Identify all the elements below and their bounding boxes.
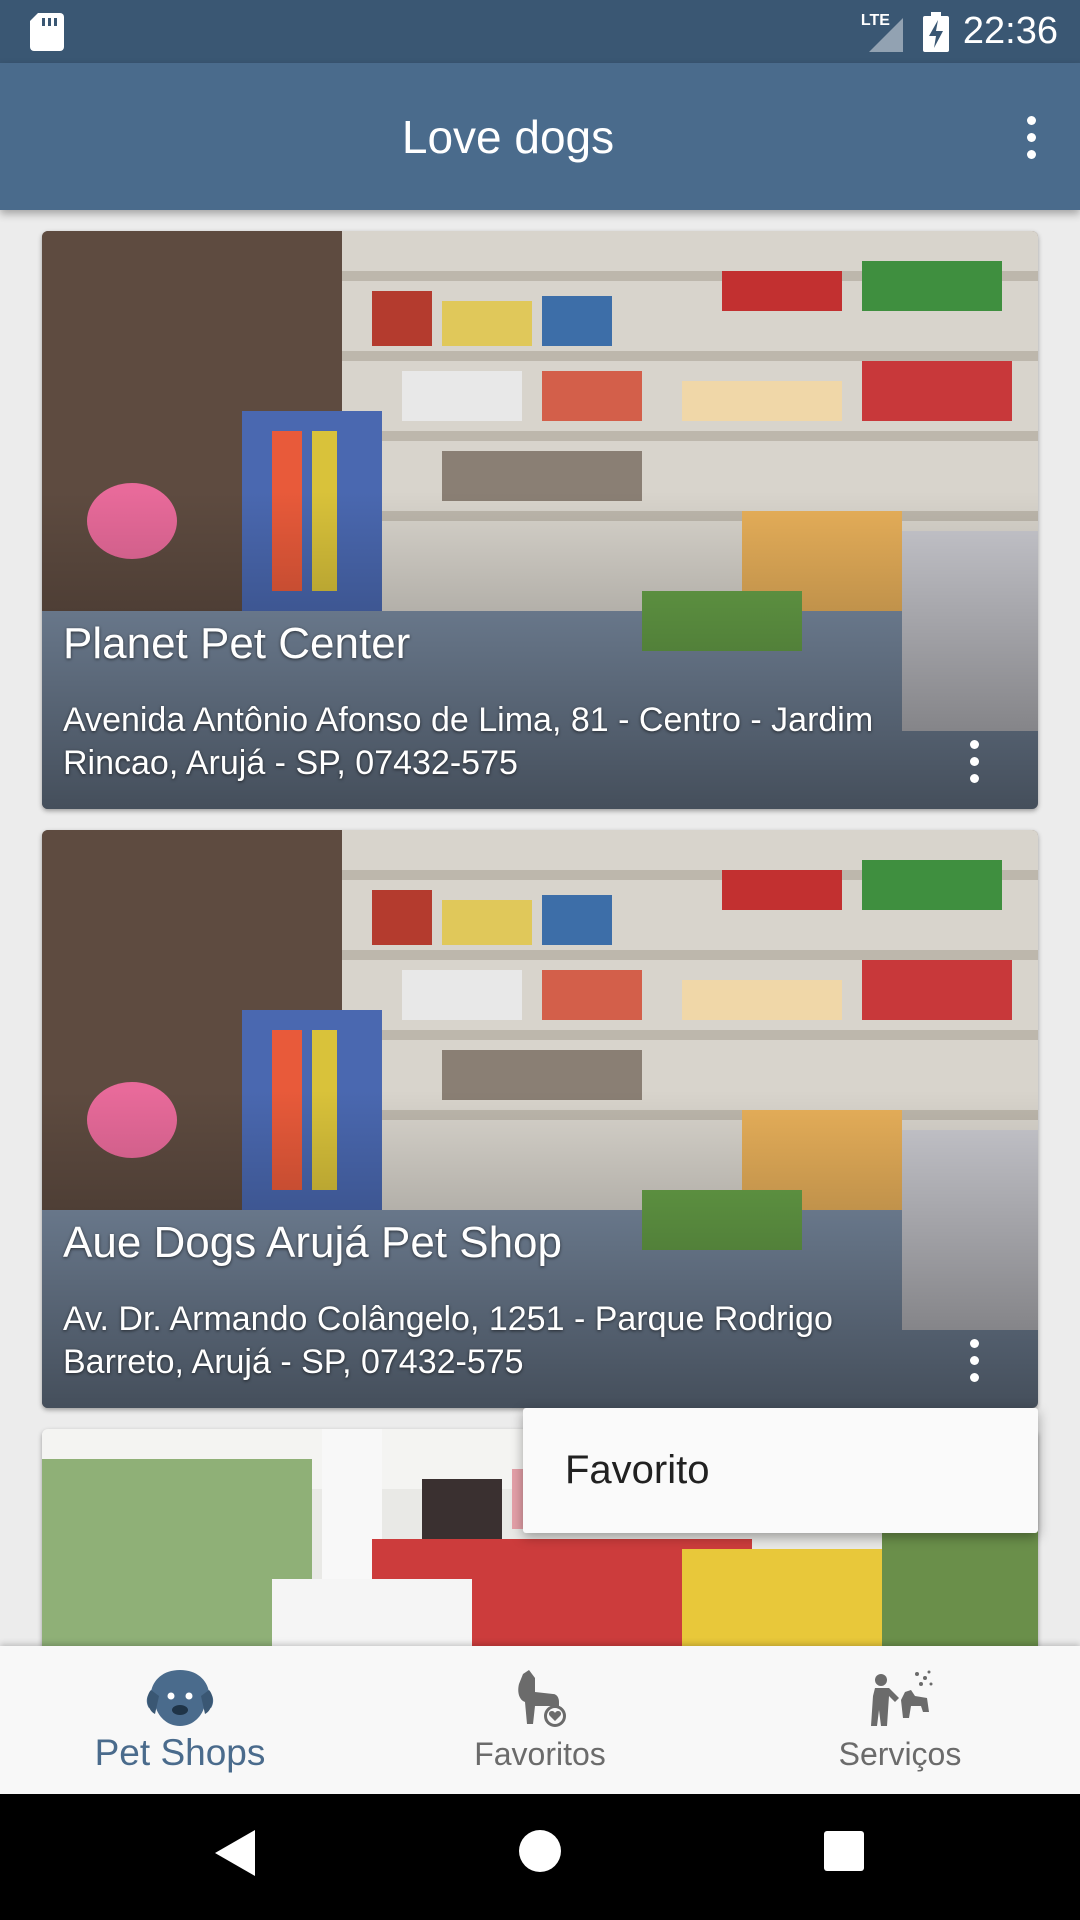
pet-shop-card[interactable]: Aue Dogs Arujá Pet Shop Av. Dr. Armando … [42,830,1038,1408]
clock: 22:36 [962,10,1058,52]
card-address: Av. Dr. Armando Colângelo, 1251 - Parque… [63,1300,833,1381]
more-vert-icon[interactable] [954,731,994,791]
status-bar: LTE 22:36 [0,0,1080,63]
card-address: Avenida Antônio Afonso de Lima, 81 - Cen… [63,701,874,782]
nav-item-pet-shops[interactable]: Pet Shops [0,1646,360,1794]
sd-card-icon [30,13,64,51]
more-vert-icon[interactable] [1008,105,1054,169]
more-vert-icon[interactable] [954,1330,994,1390]
app-bar: Love dogs [0,63,1080,210]
nav-label: Pet Shops [94,1732,266,1773]
page-title: Love dogs [401,110,615,163]
card-title: Planet Pet Center [63,619,411,668]
card-title: Aue Dogs Arujá Pet Shop [63,1218,562,1267]
battery-charging-icon [922,11,949,52]
home-icon[interactable] [519,1830,561,1872]
nav-item-servicos[interactable]: Serviços [720,1646,1080,1794]
dog-face-icon [146,1670,214,1726]
dog-grooming-icon [871,1670,933,1726]
dog-heart-icon [518,1670,566,1727]
back-icon[interactable] [215,1830,255,1876]
system-navigation-bar [0,1794,1080,1920]
menu-item-favorito[interactable]: Favorito [565,1408,710,1533]
pet-shop-card[interactable]: Planet Pet Center Avenida Antônio Afonso… [42,231,1038,809]
nav-item-favoritos[interactable]: Favoritos [360,1646,720,1794]
signal-icon: LTE [861,12,909,52]
recents-icon[interactable] [824,1831,864,1871]
bottom-navigation: Pet Shops Favoritos Serviços [0,1646,1080,1794]
nav-label: Favoritos [474,1736,606,1772]
overflow-popup-menu: Favorito [523,1408,1038,1533]
nav-label: Serviços [838,1736,962,1772]
